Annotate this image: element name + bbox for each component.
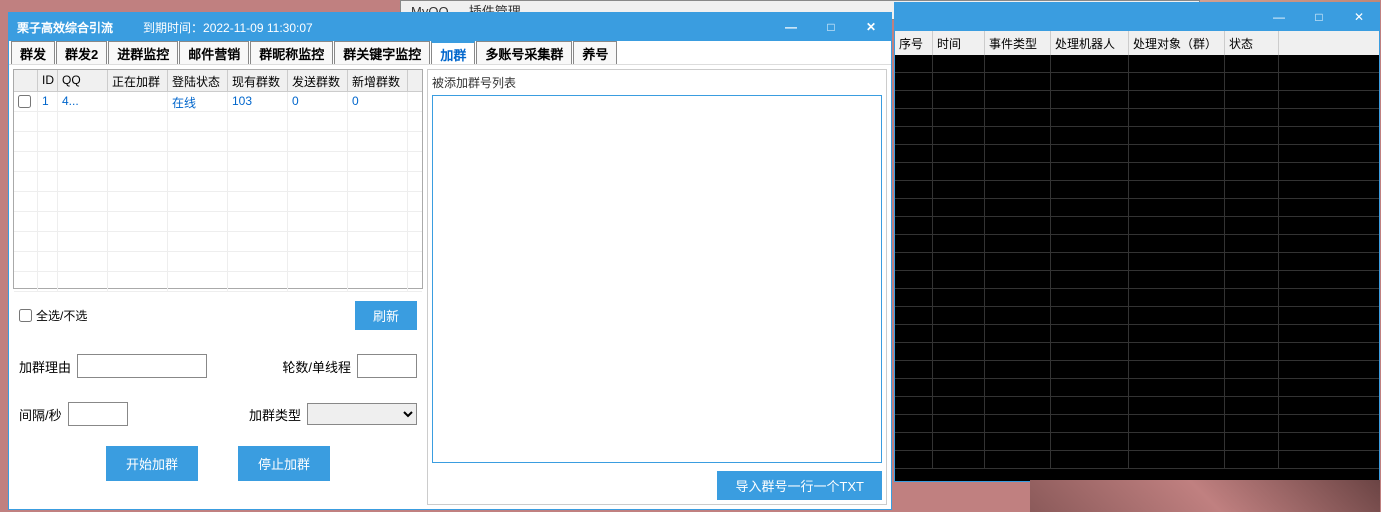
log-row [895, 253, 1379, 271]
log-col-header: 序号 [895, 31, 933, 55]
tab-bar: 群发群发2进群监控邮件营销群昵称监控群关键字监控加群多账号采集群养号 [9, 41, 891, 65]
select-all-checkbox[interactable] [19, 309, 32, 322]
log-col-header: 处理机器人 [1051, 31, 1129, 55]
start-button[interactable]: 开始加群 [106, 446, 198, 481]
log-row [895, 181, 1379, 199]
stop-button[interactable]: 停止加群 [238, 446, 330, 481]
tab-2[interactable]: 进群监控 [108, 41, 178, 64]
row-checkbox[interactable] [18, 95, 31, 108]
table-row[interactable]: 14...在线10300 [14, 92, 422, 112]
log-col-header: 状态 [1225, 31, 1279, 55]
account-col-header: 登陆状态 [168, 70, 228, 91]
log-row [895, 343, 1379, 361]
log-row [895, 73, 1379, 91]
reason-input[interactable] [77, 354, 207, 378]
group-list-label: 被添加群号列表 [432, 74, 882, 91]
app-title: 栗子高效综合引流 [17, 19, 113, 36]
type-select[interactable] [307, 403, 417, 425]
log-row [895, 109, 1379, 127]
table-row [14, 232, 422, 252]
table-row [14, 192, 422, 212]
tab-0[interactable]: 群发 [11, 41, 55, 64]
close-button[interactable]: ✕ [851, 13, 891, 41]
account-col-header: 发送群数 [288, 70, 348, 91]
log-close-button[interactable]: ✕ [1339, 3, 1379, 31]
log-row [895, 145, 1379, 163]
log-row [895, 127, 1379, 145]
log-row [895, 451, 1379, 469]
log-row [895, 289, 1379, 307]
expire-label: 到期时间：2022-11-09 11:30:07 [143, 19, 313, 36]
account-col-header: ID [38, 70, 58, 91]
interval-label: 间隔/秒 [19, 405, 62, 424]
log-row [895, 91, 1379, 109]
log-row [895, 433, 1379, 451]
account-col-header [14, 70, 38, 91]
tab-5[interactable]: 群关键字监控 [334, 41, 430, 64]
account-col-header: QQ [58, 70, 108, 91]
log-minimize-button[interactable]: — [1259, 3, 1299, 31]
account-table: IDQQ正在加群登陆状态现有群数发送群数新增群数 14...在线10300 [13, 69, 423, 289]
log-col-header: 时间 [933, 31, 985, 55]
log-row [895, 271, 1379, 289]
log-row [895, 217, 1379, 235]
log-row [895, 379, 1379, 397]
select-all-label: 全选/不选 [36, 307, 87, 324]
log-row [895, 235, 1379, 253]
account-col-header: 现有群数 [228, 70, 288, 91]
table-row [14, 252, 422, 272]
log-row [895, 199, 1379, 217]
main-window: 栗子高效综合引流 到期时间：2022-11-09 11:30:07 — □ ✕ … [8, 12, 892, 510]
rounds-label: 轮数/单线程 [282, 357, 351, 376]
log-col-header: 处理对象（群） [1129, 31, 1225, 55]
rounds-input[interactable] [357, 354, 417, 378]
log-row [895, 325, 1379, 343]
refresh-button[interactable]: 刷新 [355, 301, 417, 330]
log-window: — □ ✕ 序号时间事件类型处理机器人处理对象（群）状态 [894, 2, 1380, 482]
tab-8[interactable]: 养号 [573, 41, 617, 64]
log-row [895, 307, 1379, 325]
log-row [895, 397, 1379, 415]
table-row [14, 112, 422, 132]
log-row [895, 55, 1379, 73]
tab-6[interactable]: 加群 [431, 41, 475, 64]
import-button[interactable]: 导入群号一行一个TXT [717, 471, 882, 500]
type-label: 加群类型 [249, 405, 301, 424]
reason-label: 加群理由 [19, 357, 71, 376]
log-row [895, 415, 1379, 433]
log-col-header: 事件类型 [985, 31, 1051, 55]
table-row [14, 172, 422, 192]
table-row [14, 272, 422, 292]
tab-1[interactable]: 群发2 [56, 41, 107, 64]
account-col-header: 新增群数 [348, 70, 408, 91]
log-maximize-button[interactable]: □ [1299, 3, 1339, 31]
interval-input[interactable] [68, 402, 128, 426]
table-row [14, 152, 422, 172]
minimize-button[interactable]: — [771, 13, 811, 41]
tab-4[interactable]: 群昵称监控 [250, 41, 333, 64]
tab-3[interactable]: 邮件营销 [179, 41, 249, 64]
table-row [14, 132, 422, 152]
account-col-header: 正在加群 [108, 70, 168, 91]
log-row [895, 361, 1379, 379]
group-list-textarea[interactable] [432, 95, 882, 463]
log-row [895, 163, 1379, 181]
maximize-button[interactable]: □ [811, 13, 851, 41]
tab-7[interactable]: 多账号采集群 [476, 41, 572, 64]
titlebar: 栗子高效综合引流 到期时间：2022-11-09 11:30:07 — □ ✕ [9, 13, 891, 41]
table-row [14, 212, 422, 232]
